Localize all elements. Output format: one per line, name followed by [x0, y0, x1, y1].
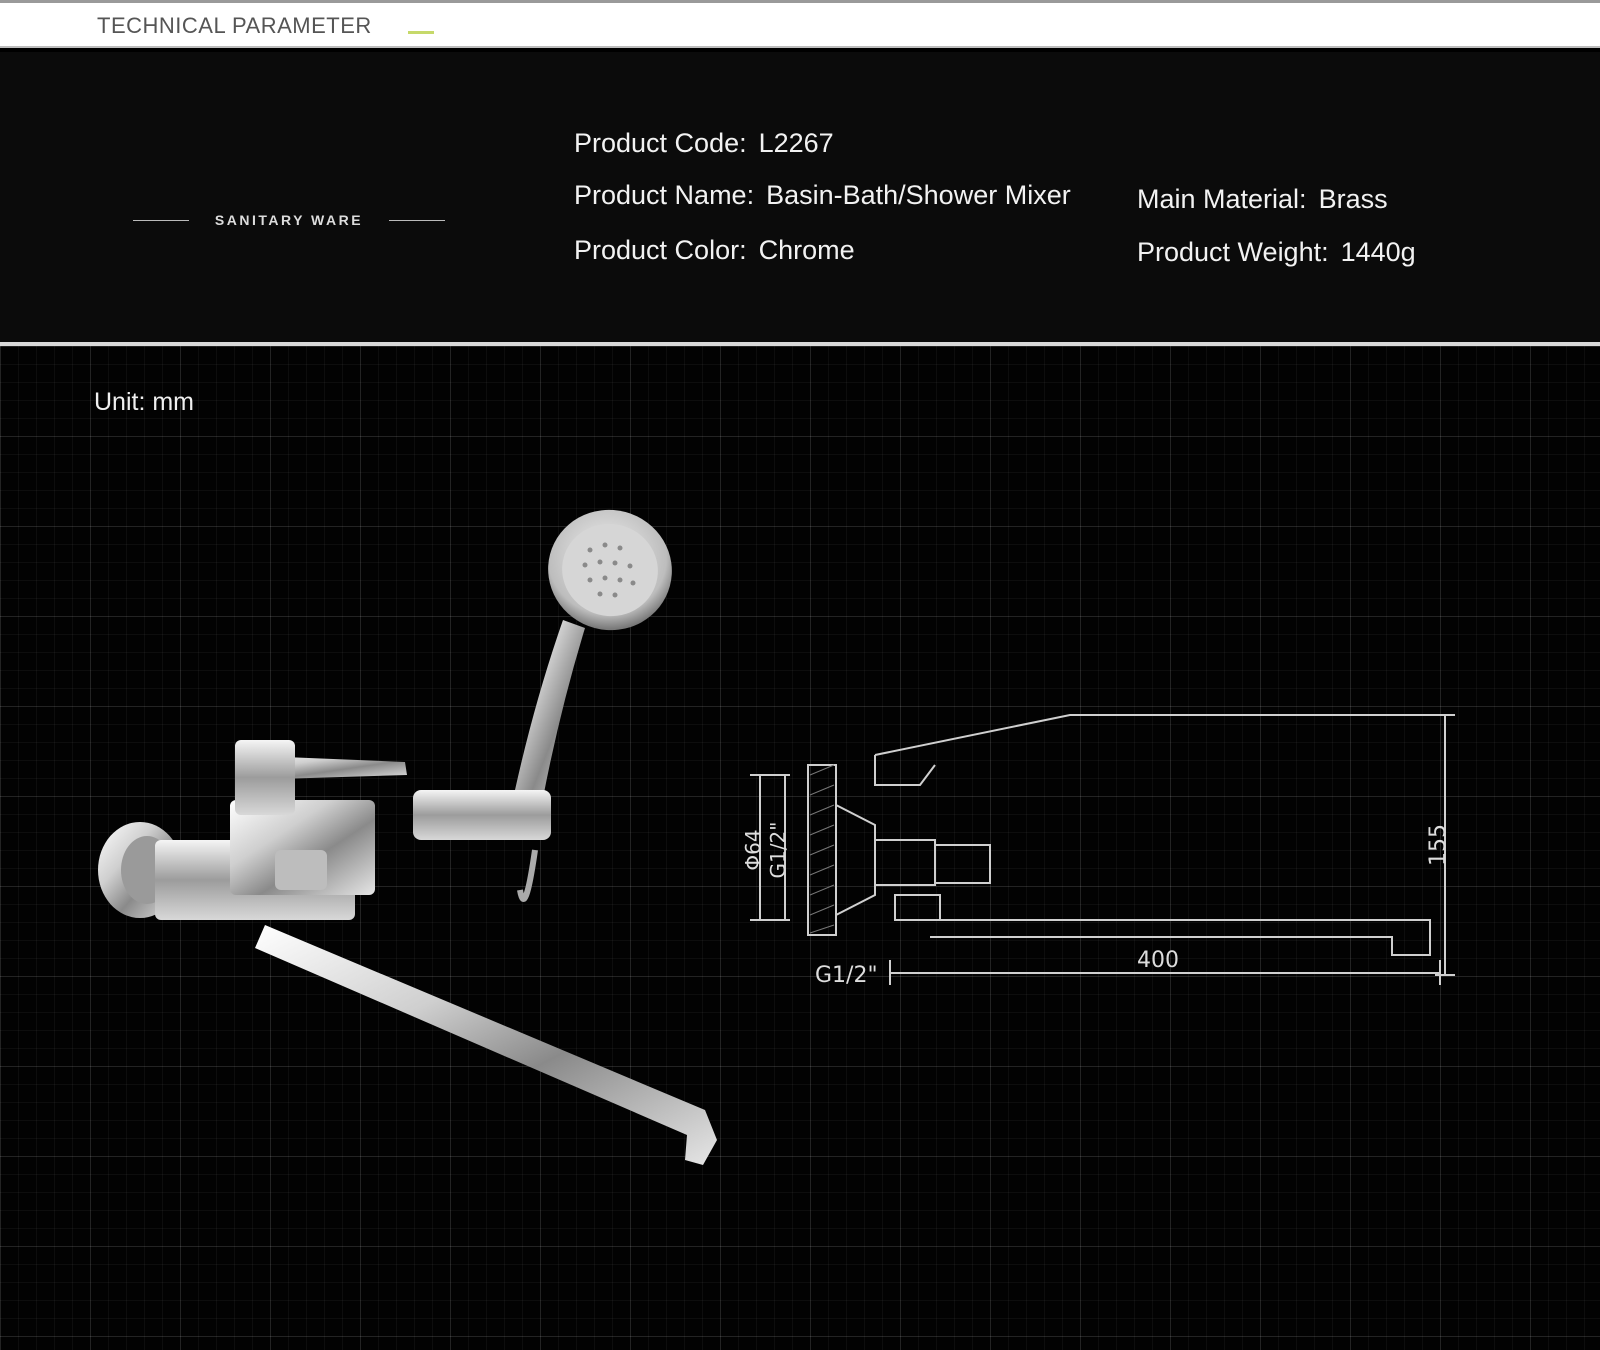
spec-product-weight: Product Weight: 1440g [1137, 237, 1416, 268]
dimension-diameter: Φ64 [741, 829, 765, 870]
top-title-bar: TECHNICAL PARAMETER [0, 0, 1600, 48]
dimension-thread-top: G1/2" [766, 822, 790, 879]
spec-value: Chrome [758, 235, 855, 265]
spec-label: Product Weight: [1137, 237, 1329, 267]
spec-main-material: Main Material: Brass [1137, 184, 1388, 215]
faucet-with-handshower-icon [98, 509, 717, 1165]
spec-product-color: Product Color: Chrome [574, 235, 855, 266]
brand-text: SANITARY WARE [214, 212, 364, 228]
spec-label: Product Color: [574, 235, 747, 265]
spec-value: L2267 [758, 128, 834, 158]
title-accent-mark [408, 31, 434, 34]
dimension-length: 400 [1137, 948, 1179, 973]
brand-rule-left [133, 220, 189, 221]
brand-rule-right [389, 220, 445, 221]
dimension-height: 155 [1426, 824, 1451, 866]
spec-product-name: Product Name: Basin-Bath/Shower Mixer [574, 180, 1071, 211]
dimension-thread-bottom: G1/2" [815, 963, 878, 988]
spec-value: 1440g [1340, 237, 1416, 267]
section-title: TECHNICAL PARAMETER [97, 13, 372, 38]
faucet-dimension-drawing-icon: 400 155 Φ64 G1/2" G1/2" [741, 714, 1455, 988]
spec-product-code: Product Code: L2267 [574, 128, 834, 159]
spec-label: Product Code: [574, 128, 747, 158]
spec-label: Main Material: [1137, 184, 1307, 214]
spec-label: Product Name: [574, 180, 755, 210]
brand-tagline: SANITARY WARE [133, 208, 445, 232]
unit-note: Unit: mm [94, 388, 194, 416]
spec-value: Brass [1318, 184, 1388, 214]
spec-value: Basin-Bath/Shower Mixer [766, 180, 1071, 210]
